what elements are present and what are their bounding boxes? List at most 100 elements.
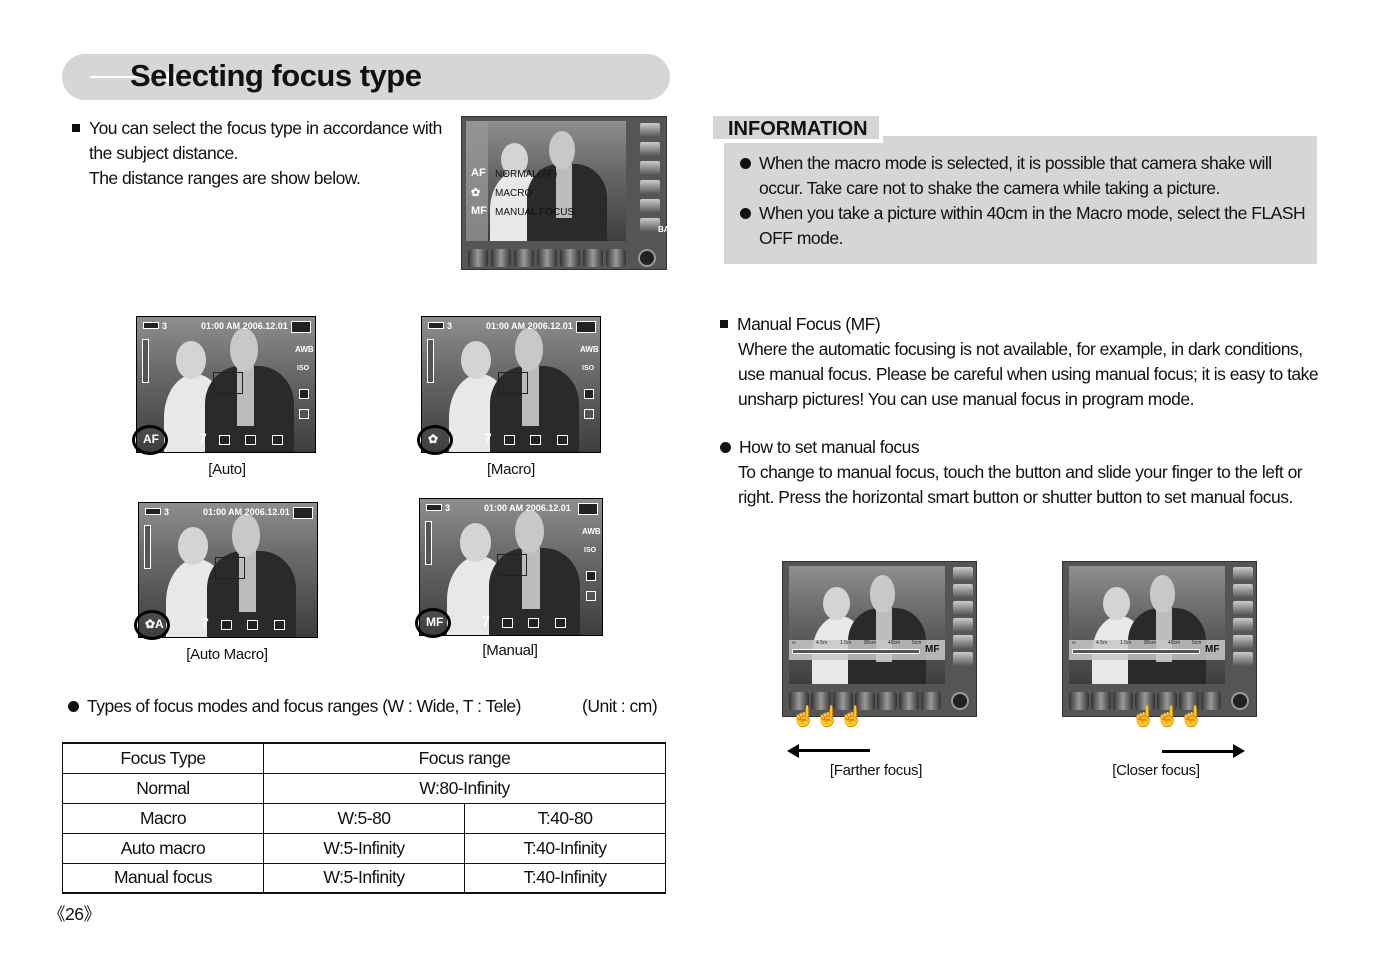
manual-focus-section: Manual Focus (MF) Where the automatic fo… xyxy=(720,312,1319,412)
mf-tick: 4.5m xyxy=(816,640,828,646)
bottom-button xyxy=(921,692,941,710)
bride-head xyxy=(176,341,207,380)
groom-head xyxy=(870,575,896,614)
bottom-button[interactable] xyxy=(583,249,603,267)
focus-frame xyxy=(497,371,528,394)
datetime: 01:00 AM 2006.12.01 xyxy=(203,507,290,517)
mf-tick: 1.5m xyxy=(1120,640,1132,646)
side-label: BA xyxy=(658,225,670,234)
menu-item-icon: MF xyxy=(471,205,487,217)
side-button xyxy=(953,567,973,581)
side-button xyxy=(1233,652,1253,666)
setting-icon xyxy=(221,620,232,630)
side-button[interactable] xyxy=(640,142,660,156)
photo xyxy=(1069,566,1225,684)
bottom-button[interactable] xyxy=(514,249,534,267)
setting-icon xyxy=(502,618,513,628)
bottom-button[interactable] xyxy=(606,249,626,267)
mf-tick: ∞ xyxy=(792,640,796,646)
mf-tick: 5cm xyxy=(1192,640,1202,646)
metering-icon xyxy=(584,409,594,419)
bride-head xyxy=(823,587,850,621)
side-button[interactable] xyxy=(640,180,660,194)
unit-label: (Unit : cm) xyxy=(582,696,658,716)
mf-caption: [Closer focus] xyxy=(1112,762,1200,779)
mf-tick: 1.5m xyxy=(840,640,852,646)
setting-icon xyxy=(274,620,285,630)
mf-caption: [Farther focus] xyxy=(829,762,923,779)
mf-tick: ∞ xyxy=(1072,640,1076,646)
mf-label: MF xyxy=(925,644,940,655)
side-button xyxy=(953,635,973,649)
arrow-line xyxy=(795,749,870,752)
screen-caption: [Auto Macro] xyxy=(186,646,268,663)
battery-icon xyxy=(426,504,442,511)
zoom-bar xyxy=(425,521,432,565)
bottom-button[interactable] xyxy=(560,249,580,267)
groom-head xyxy=(231,513,261,557)
self-timer-icon: 7 xyxy=(484,430,492,446)
mf-tick: 40cm xyxy=(888,640,901,646)
side-button xyxy=(1233,601,1253,615)
finger-icon: ☝ xyxy=(839,706,864,728)
iso-label: ISO xyxy=(297,365,310,372)
side-button xyxy=(953,652,973,666)
bottom-button[interactable] xyxy=(468,249,488,267)
play-button[interactable] xyxy=(638,249,656,267)
self-timer-icon: 7 xyxy=(201,615,209,631)
awb-label: AWB xyxy=(580,345,599,354)
menu-side-strip xyxy=(466,121,488,241)
bottom-button[interactable] xyxy=(491,249,511,267)
bride-head xyxy=(461,341,492,380)
bride-head xyxy=(178,527,209,565)
bride-head xyxy=(460,523,491,562)
mf-slider[interactable] xyxy=(1072,649,1200,654)
mf-tick: 4.5m xyxy=(1096,640,1108,646)
mf-slider[interactable] xyxy=(792,649,920,654)
setting-icon xyxy=(247,620,258,630)
arrow-right-icon xyxy=(1233,744,1245,758)
groom-head xyxy=(514,509,544,554)
camera-mode-icon xyxy=(291,321,311,333)
self-timer-icon: 7 xyxy=(199,430,207,446)
side-button[interactable] xyxy=(640,161,660,175)
how-to-section: How to set manual focus To change to man… xyxy=(720,435,1303,510)
types-line: Types of focus modes and focus ranges (W… xyxy=(68,694,522,719)
exposure-icon xyxy=(584,389,594,399)
finger-icon: ☝ xyxy=(1155,706,1180,728)
bottom-button xyxy=(1113,692,1133,710)
focus-frame xyxy=(212,371,243,394)
datetime: 01:00 AM 2006.12.01 xyxy=(201,321,288,331)
highlight-circle xyxy=(415,608,451,638)
photo: AF NORMAL(AF) ✿ MACRO MF MANUAL FOCUS xyxy=(466,121,626,241)
mf-tick: 5cm xyxy=(912,640,922,646)
battery-icon xyxy=(145,508,161,515)
exposure-icon xyxy=(586,571,596,581)
groom-head xyxy=(229,327,259,371)
side-button xyxy=(953,601,973,615)
menu-item-label: NORMAL(AF) xyxy=(495,169,558,180)
awb-label: AWB xyxy=(295,345,314,354)
setting-icon xyxy=(557,435,568,445)
photo xyxy=(789,566,945,684)
play-button xyxy=(1231,692,1249,710)
highlight-circle xyxy=(417,425,453,455)
finger-icon: ☝ xyxy=(815,706,840,728)
shot-count: 3 xyxy=(445,503,451,513)
side-button[interactable] xyxy=(640,123,660,137)
camera-mode-icon xyxy=(293,507,313,519)
highlight-circle xyxy=(132,425,168,455)
side-button xyxy=(1233,567,1253,581)
side-button[interactable] xyxy=(640,218,660,232)
bullet-dot xyxy=(720,442,731,453)
table-header-row: Focus Type Focus range xyxy=(62,742,666,774)
bride-head xyxy=(1103,587,1130,621)
bottom-button[interactable] xyxy=(537,249,557,267)
screen-caption: [Auto] xyxy=(208,461,246,478)
information-text: When the macro mode is selected, it is p… xyxy=(740,151,1306,251)
side-button[interactable] xyxy=(640,199,660,213)
mf-tick: 40cm xyxy=(1168,640,1181,646)
highlight-circle xyxy=(134,610,170,640)
datetime: 01:00 AM 2006.12.01 xyxy=(484,503,571,513)
setting-icon xyxy=(272,435,283,445)
